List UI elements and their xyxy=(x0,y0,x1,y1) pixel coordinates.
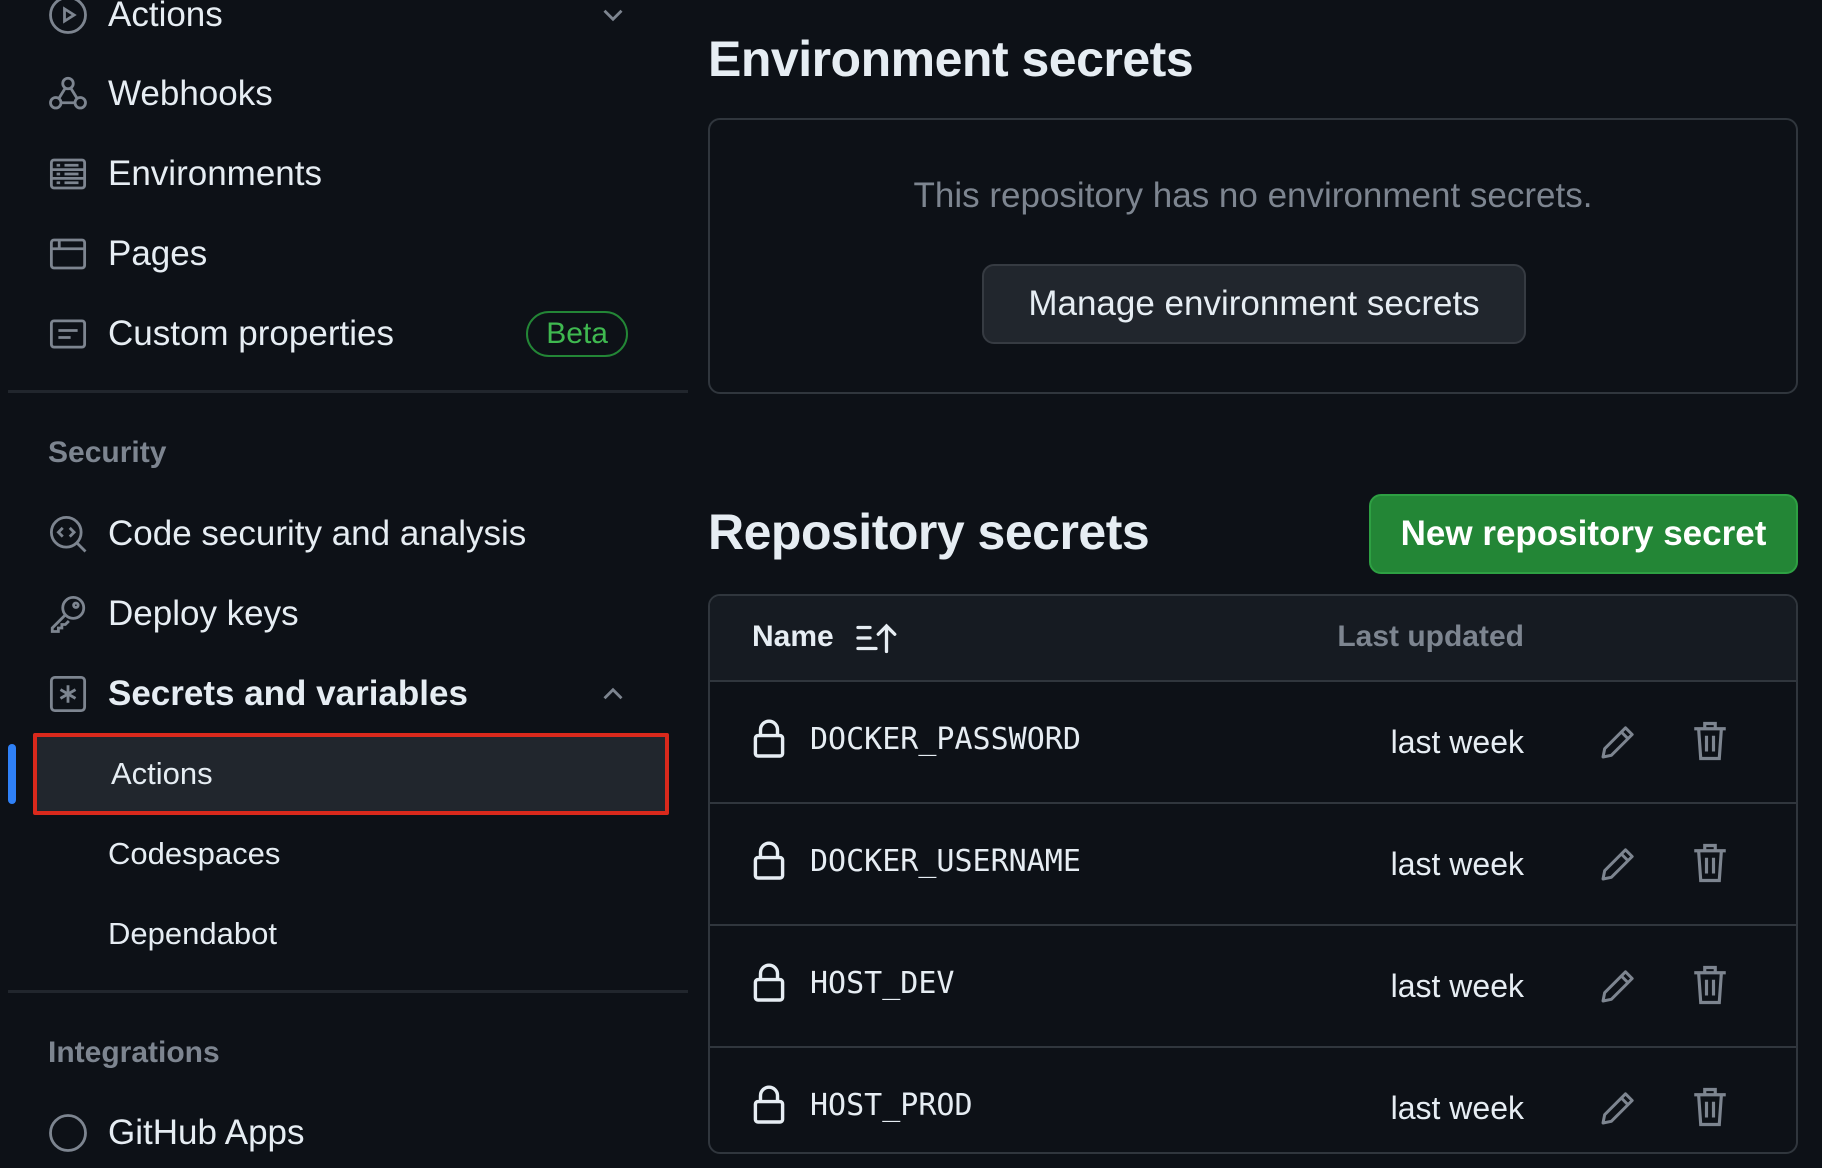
lock-icon xyxy=(753,841,785,880)
beta-badge: Beta xyxy=(526,311,628,357)
sidebar-item-label: GitHub Apps xyxy=(108,1113,305,1152)
manage-environment-secrets-button[interactable]: Manage environment secrets xyxy=(982,264,1526,344)
table-header: Name Last updated xyxy=(710,596,1796,682)
lock-icon xyxy=(753,1085,785,1124)
sidebar-item-label: Environments xyxy=(108,154,322,193)
browser-icon xyxy=(46,232,90,276)
sort-ascending-icon[interactable] xyxy=(854,620,898,656)
last-updated: last week xyxy=(1390,1090,1524,1126)
pencil-icon[interactable] xyxy=(1598,1088,1638,1128)
section-header-integrations: Integrations xyxy=(48,1036,220,1069)
apps-icon xyxy=(46,1111,90,1155)
chevron-up-icon[interactable] xyxy=(596,677,630,711)
repository-secrets-table: Name Last updated DOCKER_PASSWORD last w… xyxy=(708,594,1798,1154)
sidebar-subitem-label: Actions xyxy=(111,756,213,791)
webhook-icon xyxy=(46,72,90,116)
sidebar-item-actions[interactable]: Actions xyxy=(30,0,670,50)
column-header-last-updated: Last updated xyxy=(1337,620,1524,653)
table-row: HOST_DEV last week xyxy=(710,926,1796,1048)
new-repository-secret-button[interactable]: New repository secret xyxy=(1369,494,1798,574)
trash-icon[interactable] xyxy=(1692,842,1728,884)
repository-secrets-heading: Repository secrets xyxy=(708,504,1150,560)
column-header-name[interactable]: Name xyxy=(752,620,834,654)
sidebar-subitem-codespaces[interactable]: Codespaces xyxy=(30,819,670,889)
sidebar-item-label: Pages xyxy=(108,234,208,273)
sidebar-item-deploy-keys[interactable]: Deploy keys xyxy=(30,579,670,649)
last-updated: last week xyxy=(1390,724,1524,760)
sidebar-subitem-dependabot[interactable]: Dependabot xyxy=(30,899,670,969)
table-row: DOCKER_USERNAME last week xyxy=(710,804,1796,926)
sidebar-item-secrets-and-variables[interactable]: Secrets and variables xyxy=(30,659,670,729)
trash-icon[interactable] xyxy=(1692,720,1728,762)
sidebar-divider xyxy=(8,990,688,993)
sidebar-item-environments[interactable]: Environments xyxy=(30,139,670,209)
sidebar-divider xyxy=(8,390,688,393)
sidebar-subitem-actions[interactable]: Actions xyxy=(33,733,669,815)
secret-name: HOST_DEV xyxy=(810,966,955,1001)
sidebar-item-label: Deploy keys xyxy=(108,594,299,633)
sidebar-item-custom-properties[interactable]: Custom properties Beta xyxy=(30,299,670,369)
chevron-down-icon[interactable] xyxy=(596,0,630,32)
sidebar-item-github-apps[interactable]: GitHub Apps xyxy=(30,1098,670,1168)
last-updated: last week xyxy=(1390,846,1524,882)
sidebar-item-label: Webhooks xyxy=(108,74,273,113)
environment-secrets-heading: Environment secrets xyxy=(708,31,1194,87)
secret-name: DOCKER_PASSWORD xyxy=(810,722,1081,757)
asterisk-box-icon xyxy=(46,672,90,716)
sidebar-item-label: Secrets and variables xyxy=(108,674,468,713)
pencil-icon[interactable] xyxy=(1598,722,1638,762)
last-updated: last week xyxy=(1390,968,1524,1004)
server-icon xyxy=(46,152,90,196)
lock-icon xyxy=(753,963,785,1002)
environment-secrets-box: This repository has no environment secre… xyxy=(708,118,1798,394)
play-circle-icon xyxy=(46,0,90,37)
table-row: HOST_PROD last week xyxy=(710,1048,1796,1152)
active-indicator xyxy=(8,744,16,804)
note-icon xyxy=(46,312,90,356)
sidebar-item-label: Code security and analysis xyxy=(108,514,527,553)
trash-icon[interactable] xyxy=(1692,1086,1728,1128)
lock-icon xyxy=(753,719,785,758)
sidebar-item-webhooks[interactable]: Webhooks xyxy=(30,59,670,129)
sidebar-item-pages[interactable]: Pages xyxy=(30,219,670,289)
pencil-icon[interactable] xyxy=(1598,844,1638,884)
sidebar-item-label: Custom properties xyxy=(108,314,394,353)
sidebar-subitem-label: Dependabot xyxy=(108,916,277,951)
key-icon xyxy=(46,592,90,636)
secret-name: HOST_PROD xyxy=(810,1088,973,1123)
settings-sidebar: Actions Webhooks Environments Pages Cust… xyxy=(0,0,700,1152)
empty-state-text: This repository has no environment secre… xyxy=(913,176,1593,215)
sidebar-subitem-label: Codespaces xyxy=(108,836,281,871)
pencil-icon[interactable] xyxy=(1598,966,1638,1006)
table-row: DOCKER_PASSWORD last week xyxy=(710,682,1796,804)
section-header-security: Security xyxy=(48,436,167,469)
trash-icon[interactable] xyxy=(1692,964,1728,1006)
sidebar-item-label: Actions xyxy=(108,0,223,34)
codescan-icon xyxy=(46,512,90,556)
sidebar-item-code-security[interactable]: Code security and analysis xyxy=(30,499,670,569)
secret-name: DOCKER_USERNAME xyxy=(810,844,1081,879)
